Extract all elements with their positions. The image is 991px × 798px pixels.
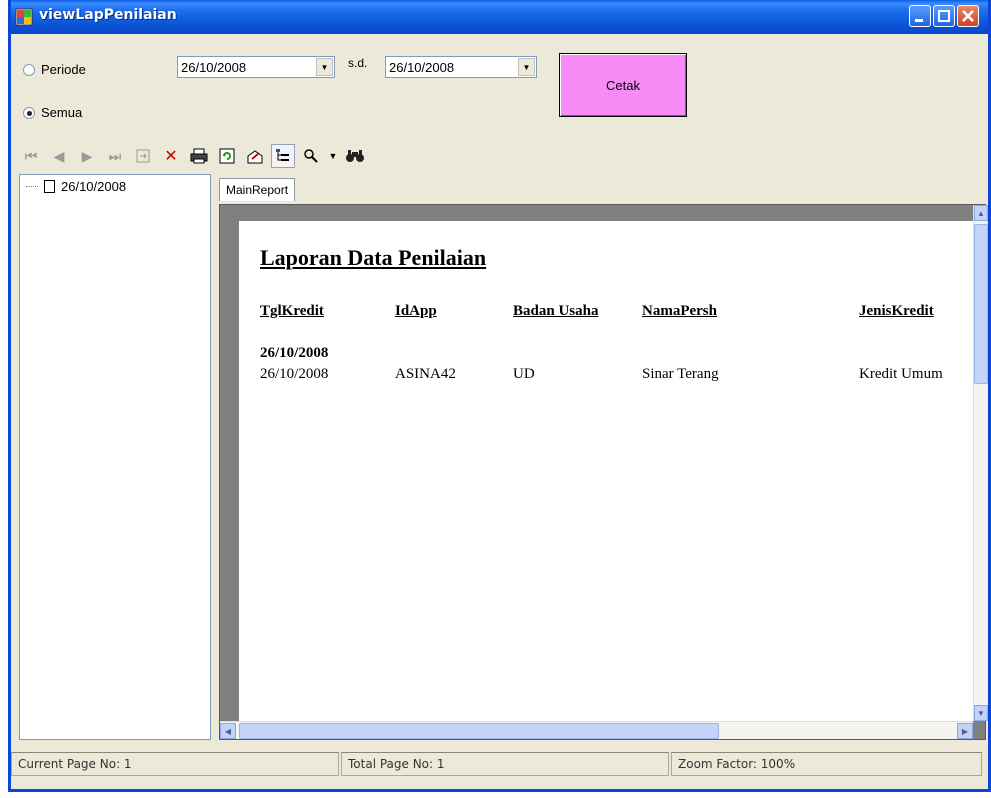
last-page-icon[interactable]: ⏭ bbox=[103, 144, 127, 168]
goto-page-icon[interactable] bbox=[131, 144, 155, 168]
maximize-button[interactable] bbox=[933, 5, 955, 27]
column-header-idapp: IdApp bbox=[395, 303, 437, 319]
next-page-icon[interactable]: ▶ bbox=[75, 144, 99, 168]
first-page-icon[interactable]: ⏮ bbox=[19, 144, 43, 168]
document-icon bbox=[44, 180, 55, 193]
column-header-namapersh: NamaPersh bbox=[642, 303, 717, 319]
refresh-icon[interactable] bbox=[215, 144, 239, 168]
column-header-jeniskredit: JenisKredit bbox=[859, 303, 934, 319]
radio-periode[interactable]: Periode bbox=[23, 62, 86, 77]
cetak-button[interactable]: Cetak bbox=[559, 53, 687, 117]
vertical-scroll-thumb[interactable] bbox=[974, 224, 988, 384]
radio-semua[interactable]: Semua bbox=[23, 105, 82, 120]
close-view-icon[interactable]: ✕ bbox=[159, 144, 183, 168]
table-cell-jeniskredit: Kredit Umum bbox=[859, 366, 943, 382]
radio-periode-dot[interactable] bbox=[23, 63, 35, 76]
report-toolbar: ⏮ ◀ ▶ ⏭ ✕ ▼ bbox=[11, 139, 988, 173]
tree-node[interactable]: 26/10/2008 bbox=[26, 179, 126, 194]
column-header-tglkredit: TglKredit bbox=[260, 303, 324, 319]
chevron-down-icon[interactable]: ▼ bbox=[518, 58, 535, 76]
toggle-tree-icon[interactable] bbox=[271, 144, 295, 168]
minimize-icon bbox=[915, 19, 923, 22]
radio-semua-label: Semua bbox=[41, 105, 83, 120]
scroll-right-icon[interactable]: ▶ bbox=[957, 723, 973, 739]
status-current-page: Current Page No: 1 bbox=[11, 752, 339, 776]
app-window-icon bbox=[15, 8, 33, 26]
filter-panel: Periode Semua 26/10/2008 ▼ s.d. 26/10/20… bbox=[11, 34, 988, 139]
report-page: Laporan Data Penilaian TglKredit IdApp B… bbox=[239, 221, 974, 721]
table-cell-namapersh: Sinar Terang bbox=[642, 366, 719, 382]
window-title: viewLapPenilaian bbox=[39, 7, 177, 23]
maximize-icon bbox=[938, 10, 950, 22]
report-tabs: MainReport bbox=[211, 174, 986, 204]
close-icon bbox=[962, 10, 974, 22]
main-window: viewLapPenilaian Periode Semua 26/10/200… bbox=[8, 0, 991, 792]
horizontal-scroll-thumb[interactable] bbox=[239, 723, 719, 739]
tree-node-label: 26/10/2008 bbox=[61, 179, 127, 194]
date-from-value: 26/10/2008 bbox=[181, 59, 247, 75]
title-bar[interactable]: viewLapPenilaian bbox=[11, 0, 988, 34]
table-cell-tglkredit: 26/10/2008 bbox=[260, 366, 329, 382]
close-button[interactable] bbox=[957, 5, 979, 27]
tree-connector bbox=[26, 186, 38, 187]
scroll-left-icon[interactable]: ◀ bbox=[220, 723, 236, 739]
horizontal-scrollbar[interactable]: ◀ ▶ bbox=[220, 721, 973, 739]
status-total-page: Total Page No: 1 bbox=[341, 752, 669, 776]
date-from-picker[interactable]: 26/10/2008 ▼ bbox=[177, 56, 335, 78]
group-tree: 26/10/2008 bbox=[19, 174, 211, 740]
chevron-down-icon[interactable]: ▼ bbox=[316, 58, 333, 76]
radio-periode-label: Periode bbox=[41, 62, 86, 77]
zoom-icon[interactable] bbox=[299, 144, 323, 168]
date-range-separator: s.d. bbox=[348, 56, 368, 70]
date-to-value: 26/10/2008 bbox=[389, 59, 455, 75]
column-header-badan-usaha: Badan Usaha bbox=[513, 303, 599, 319]
table-cell-badan-usaha: UD bbox=[513, 366, 535, 382]
report-viewer: Laporan Data Penilaian TglKredit IdApp B… bbox=[219, 204, 988, 740]
vertical-scrollbar[interactable]: ▲ ▼ bbox=[973, 205, 988, 721]
tab-mainreport[interactable]: MainReport bbox=[219, 178, 296, 201]
status-bar: Current Page No: 1 Total Page No: 1 Zoom… bbox=[11, 752, 988, 780]
prev-page-icon[interactable]: ◀ bbox=[47, 144, 71, 168]
search-icon[interactable] bbox=[343, 144, 367, 168]
radio-semua-dot[interactable] bbox=[23, 106, 35, 119]
scroll-up-icon[interactable]: ▲ bbox=[974, 205, 988, 221]
report-title: Laporan Data Penilaian bbox=[260, 245, 487, 270]
print-icon[interactable] bbox=[187, 144, 211, 168]
table-cell-idapp: ASINA42 bbox=[395, 366, 456, 382]
status-zoom-factor: Zoom Factor: 100% bbox=[671, 752, 982, 776]
zoom-dropdown-icon[interactable]: ▼ bbox=[327, 144, 339, 168]
scroll-down-icon[interactable]: ▼ bbox=[974, 705, 988, 721]
group-header: 26/10/2008 bbox=[260, 345, 329, 361]
minimize-button[interactable] bbox=[909, 5, 931, 27]
export-icon[interactable] bbox=[243, 144, 267, 168]
date-to-picker[interactable]: 26/10/2008 ▼ bbox=[385, 56, 537, 78]
